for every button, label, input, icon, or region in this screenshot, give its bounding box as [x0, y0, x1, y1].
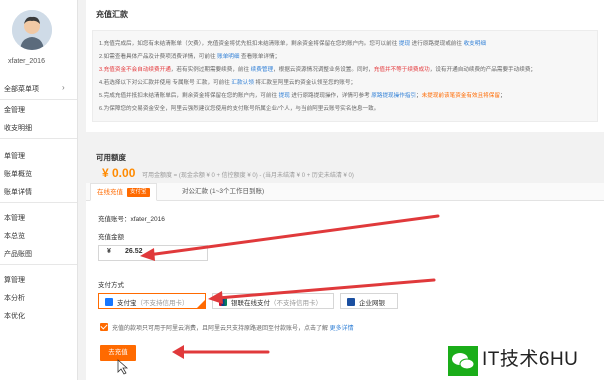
sidebar-item-bill-overview[interactable]: 账单概览	[0, 166, 77, 182]
sidebar-item-transactions[interactable]: 收支明细	[0, 120, 77, 136]
notice-link[interactable]: 账单明细	[217, 54, 239, 60]
amount-input[interactable]: ¥ 26.52	[98, 245, 208, 261]
notice-link[interactable]: 收支明细	[464, 41, 486, 47]
sidebar-item-cost-analysis[interactable]: 本分析	[0, 290, 77, 306]
divider	[0, 202, 77, 203]
available-label: 可用额度	[96, 153, 126, 162]
notice-link[interactable]: 提现	[399, 41, 410, 47]
divider	[0, 138, 77, 139]
alipay-icon	[105, 298, 113, 306]
notice-text: 5.完成充值并抵扣未结清账单后，剩余资金将保留在您的账户内，可前往	[99, 93, 279, 99]
divider	[0, 99, 77, 100]
bank-card-icon	[347, 298, 355, 306]
pay-option-unionpay[interactable]: 银联在线支付（不支持信用卡）	[212, 293, 334, 309]
section-title: 充值汇款	[96, 10, 128, 19]
pay-option-alipay[interactable]: 支付宝（不支持信用卡）	[98, 293, 206, 309]
notice-link[interactable]: 原路提现操作指引	[371, 93, 416, 99]
watermark-text: IT技术6HU	[482, 349, 579, 370]
amount-value: 26.52	[125, 248, 143, 255]
notice-line: 4.若选择以下对公汇款并使用 专属账号 汇款，可前往 汇款认领 将汇款至阿里云的…	[99, 78, 356, 86]
account-label: 充值账号：xfater_2016	[98, 216, 165, 223]
currency-symbol: ¥	[107, 248, 111, 255]
wechat-logo-icon	[448, 346, 478, 376]
sidebar-item-cost-optimization[interactable]: 本优化	[0, 308, 77, 324]
notice-text: 3.充值资金不会自动续费开通	[99, 67, 171, 73]
agree-text: 充值的款项只可用于阿里云消费，且阿里云只支持原路退回至付款账号，点击了解 更多详…	[112, 326, 354, 332]
payment-method-label: 支付方式	[98, 282, 124, 289]
account-value: xfater_2016	[130, 216, 165, 223]
notice-link[interactable]: 提现	[279, 93, 290, 99]
sidebar-item-budget-management[interactable]: 算管理	[0, 272, 77, 288]
notice-box: 1.充值完成后，如您有未结清账单（欠费），充值资金将优先抵扣未结清账单，剩余资金…	[92, 30, 598, 122]
tab-online-recharge[interactable]: 在线充值 支付宝	[90, 183, 157, 201]
alipay-badge: 支付宝	[127, 187, 150, 197]
notice-text: ，根据云资源情况调整业务设置。同时，	[273, 67, 374, 73]
tab-bar: 在线充值 支付宝 对公汇款 (1~3个工作日到账)	[86, 183, 604, 201]
notice-line: 6.为保障您的交易资金安全，阿里云强烈建议您使用的支付账号所属企业/个人，与当前…	[99, 104, 379, 112]
menu-header-label: 全部菜单项	[4, 86, 39, 93]
watermark: IT技术6HU	[444, 340, 604, 380]
sidebar-item-fund-management[interactable]: 金管理	[0, 102, 77, 118]
tab-bank-transfer[interactable]: 对公汇款 (1~3个工作日到账)	[176, 183, 270, 201]
notice-text: 查看账单详情；	[239, 54, 281, 60]
recharge-info-card: 充值汇款 1.充值完成后，如您有未结清账单（欠费），充值资金将优先抵扣未结清账单…	[86, 0, 604, 132]
notice-text: 4.若选择以下对公汇款并使用 专属账号 汇款，可前往	[99, 80, 232, 86]
all-menu-toggle[interactable]: 全部菜单项 ›	[0, 82, 77, 96]
sidebar-item-bill-detail[interactable]: 账单详情	[0, 184, 77, 200]
notice-text: 进行原路提现或前往	[410, 41, 464, 47]
chevron-right-icon: ›	[62, 83, 65, 92]
more-details-link[interactable]: 更多详情	[330, 326, 354, 332]
available-amount: ¥ 0.00	[102, 166, 136, 180]
recharge-submit-button[interactable]: 去充值	[100, 345, 136, 361]
sidebar-item-cost-management[interactable]: 本管理	[0, 210, 77, 226]
agree-checkbox[interactable]	[100, 323, 108, 331]
avatar[interactable]	[12, 10, 52, 50]
available-formula: 可用金额度 = (现金余额 ¥ 0 + 信控额度 ¥ 0) - (当月未结清 ¥…	[142, 173, 354, 179]
notice-text: ；	[499, 93, 506, 99]
notice-text: 未提现前该笔资金有效且将保留	[421, 93, 500, 99]
notice-text: 充值并不等于续费成功	[373, 67, 430, 73]
selected-check-icon	[197, 300, 205, 308]
sidebar-item-bill-management[interactable]: 单管理	[0, 148, 77, 164]
sidebar-item-cost-overview[interactable]: 本总览	[0, 228, 77, 244]
notice-link[interactable]: 续费管理	[251, 67, 273, 73]
sidebar: xfater_2016 全部菜单项 › 金管理 收支明细 单管理 账单概览 账单…	[0, 0, 78, 380]
main-content: 充值汇款 1.充值完成后，如您有未结清账单（欠费），充值资金将优先抵扣未结清账单…	[86, 0, 604, 380]
notice-text: 1.充值完成后，如您有未结清账单（欠费），充值资金将优先抵扣未结清账单，剩余资金…	[99, 41, 399, 47]
notice-text: 进行原路提现操作，详情可参考	[289, 93, 372, 99]
username: xfater_2016	[8, 58, 45, 65]
notice-text: ，若有实例过期需要续费，前往	[170, 67, 251, 73]
notice-line: 2.如需查看具体产品及计费项消费详情，可前往 账单明细 查看账单详情；	[99, 52, 280, 60]
amount-label: 充值金额	[98, 234, 124, 241]
notice-text: ，设有开通自动续费的产品需要手动续费；	[429, 67, 537, 73]
notice-text: 将汇款至阿里云的资金认领至您的账号；	[253, 80, 357, 86]
notice-text: 2.如需查看具体产品及计费项消费详情，可前往	[99, 54, 218, 60]
notice-line: 3.充值资金不会自动续费开通，若有实例过期需要续费，前往 续费管理，根据云资源情…	[99, 65, 536, 73]
sidebar-item-product-view[interactable]: 产品账图	[0, 246, 77, 262]
notice-link[interactable]: 汇款认领	[231, 80, 253, 86]
notice-text: 6.为保障您的交易资金安全，阿里云强烈建议您使用的支付账号所属企业/个人，与当前…	[99, 106, 380, 112]
notice-line: 1.充值完成后，如您有未结清账单（欠费），充值资金将优先抵扣未结清账单，剩余资金…	[99, 39, 486, 47]
divider	[0, 264, 77, 265]
pay-option-corporate-bank[interactable]: 企业网银	[340, 293, 398, 309]
unionpay-icon	[219, 298, 227, 306]
notice-line: 5.完成充值并抵扣未结清账单后，剩余资金将保留在您的账户内，可前往 提现 进行原…	[99, 91, 506, 99]
